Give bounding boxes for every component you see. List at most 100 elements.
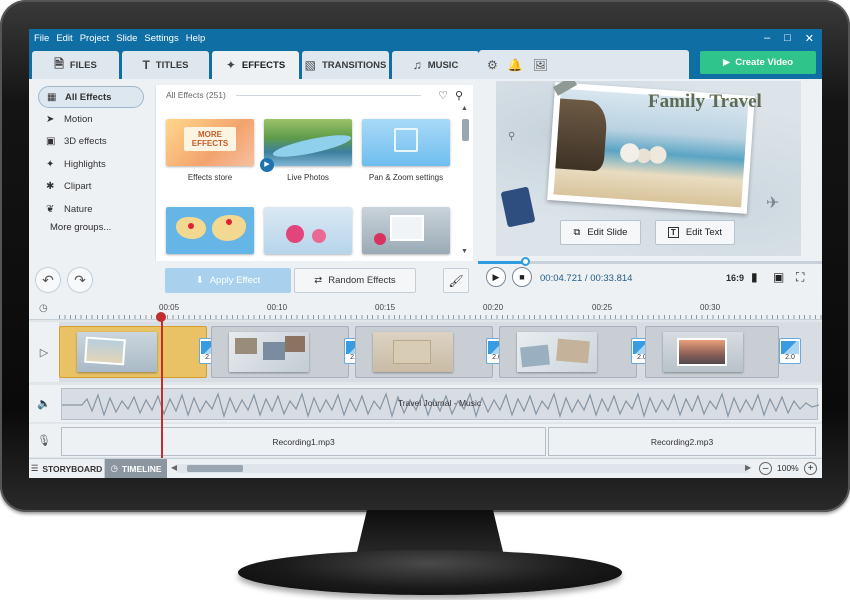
tab-effects-label: EFFECTS <box>241 59 286 71</box>
slide-clip[interactable] <box>211 326 349 378</box>
preview-title-text[interactable]: Family Travel <box>648 91 762 113</box>
timeline-scroll-thumb[interactable] <box>187 465 243 472</box>
close-icon[interactable]: ✕ <box>805 32 814 45</box>
menu-slide[interactable]: Slide <box>116 33 137 44</box>
effect-label: Effects store <box>187 173 233 182</box>
rock-shape <box>555 98 609 172</box>
group-label: 3D effects <box>64 136 107 148</box>
recording-clip[interactable]: Recording2.mp3 <box>548 427 816 456</box>
zoom-in-button[interactable]: + <box>804 462 817 475</box>
playback-progress-bar[interactable] <box>478 257 822 266</box>
titles-icon: T <box>142 58 150 72</box>
ruler-label: 00:05 <box>159 303 180 312</box>
menu-file[interactable]: File <box>34 33 49 44</box>
tab-storyboard[interactable]: ☰ STORYBOARD <box>29 459 105 478</box>
slide-clip[interactable] <box>355 326 493 378</box>
menu-bar: File Edit Project Slide Settings Help – … <box>29 29 822 47</box>
gallery-header: All Effects (251) ♡ ⚲ <box>156 85 473 105</box>
text-box-icon: T <box>667 227 679 238</box>
playback-progress-handle[interactable] <box>521 257 531 266</box>
recording-clip[interactable]: Recording1.mp3 <box>61 427 546 456</box>
redo-button[interactable]: ↷ <box>67 267 93 293</box>
edit-slide-button[interactable]: ⧉ Edit Slide <box>560 220 641 245</box>
snapshot-icon[interactable]: ▣ <box>773 270 784 284</box>
microphone-icon[interactable]: 🎙 <box>29 424 59 457</box>
more-groups-link[interactable]: More groups... <box>50 222 155 233</box>
create-video-button[interactable]: ▶ Create Video <box>700 51 816 74</box>
tab-music[interactable]: ♫ MUSIC <box>392 51 479 79</box>
undo-button[interactable]: ↶ <box>35 267 61 293</box>
edit-slide-icon: ⧉ <box>573 227 581 238</box>
group-nature[interactable]: ❦ Nature <box>38 198 144 220</box>
thumb-photo <box>84 336 126 366</box>
scroll-right-icon[interactable]: ▶ <box>745 463 751 472</box>
live-photos-play-icon[interactable]: ▶ <box>260 158 274 172</box>
group-clipart[interactable]: ✱ Clipart <box>38 176 144 198</box>
maximize-icon[interactable]: □ <box>784 32 791 45</box>
effect-thumb-live-photos[interactable] <box>264 119 352 166</box>
play-button[interactable]: ▶ <box>486 267 506 287</box>
stop-button[interactable]: ■ <box>512 267 532 287</box>
timeline-ruler[interactable]: ◷ 00:05 00:10 00:15 00:20 00:25 00:30 <box>29 300 822 320</box>
tab-files[interactable]: 🗎 FILES <box>32 51 119 79</box>
redo-icon: ↷ <box>74 271 86 288</box>
effect-thumb-effects-store[interactable]: MORE EFFECTS <box>166 119 254 166</box>
gear-icon[interactable]: ⚙ <box>487 58 498 72</box>
transition-marker[interactable]: 2.0 <box>779 338 801 364</box>
tab-effects[interactable]: ✦ EFFECTS <box>212 51 299 79</box>
gallery-scrollbar[interactable]: ▲ ▼ <box>461 105 469 255</box>
clear-effects-button[interactable]: 🖌 <box>443 268 469 293</box>
timeline-scrollbar[interactable] <box>177 464 749 473</box>
apply-effect-button[interactable]: ⬇ Apply Effect <box>165 268 291 293</box>
transition-duration: 2.0 <box>785 354 795 361</box>
random-effects-button[interactable]: ⇄ Random Effects <box>294 268 416 293</box>
slide-thumbnail <box>663 332 743 372</box>
gallery-count: All Effects (251) <box>166 90 226 100</box>
aspect-frame-icon[interactable]: ▮ <box>751 270 758 284</box>
effect-thumb-world-map[interactable] <box>166 207 254 254</box>
tab-timeline-label: TIMELINE <box>121 463 162 474</box>
effect-label: Live Photos <box>287 173 329 182</box>
slide-clip[interactable] <box>499 326 637 378</box>
more-effects-thumb-text: MORE EFFECTS <box>184 127 236 151</box>
tab-transitions[interactable]: ▧ TRANSITIONS <box>302 51 389 79</box>
group-3d-effects[interactable]: ▣ 3D effects <box>38 131 144 153</box>
menu-edit[interactable]: Edit <box>56 33 72 44</box>
effect-thumb-flowers[interactable] <box>264 207 352 254</box>
music-clip[interactable]: Travel Journal - Music <box>61 388 819 420</box>
menu-settings[interactable]: Settings <box>144 33 178 44</box>
search-icon[interactable]: ⚲ <box>455 89 463 102</box>
flower-shape <box>312 229 326 243</box>
music-track: Travel Journal - Music <box>59 385 822 422</box>
bell-icon[interactable]: 🔔 <box>508 58 523 72</box>
aspect-ratio-label[interactable]: 16:9 <box>726 273 744 283</box>
playhead-handle[interactable] <box>156 312 166 322</box>
slide-clip[interactable] <box>645 326 779 378</box>
zoom-out-button[interactable]: – <box>759 462 772 475</box>
preview-panel: Family Travel ✈ ⚲ ⧉ Edit Slide T Edit Te… <box>478 79 822 294</box>
scroll-up-icon[interactable]: ▲ <box>461 105 468 112</box>
minimize-icon[interactable]: – <box>764 32 770 45</box>
thumb-photo <box>520 344 550 368</box>
menu-project[interactable]: Project <box>80 33 110 44</box>
apply-effect-label: Apply Effect <box>209 275 261 286</box>
group-motion[interactable]: ➤ Motion <box>38 108 144 130</box>
menu-help[interactable]: Help <box>186 33 206 44</box>
playhead-line[interactable] <box>161 314 163 459</box>
leaf-icon: ❦ <box>46 203 55 215</box>
edit-text-button[interactable]: T Edit Text <box>655 220 735 245</box>
fullscreen-icon[interactable]: ⛶ <box>796 270 804 285</box>
tab-titles[interactable]: T TITLES <box>122 51 209 79</box>
heart-icon[interactable]: ♡ <box>438 89 448 102</box>
tab-timeline[interactable]: ◷ TIMELINE <box>105 459 167 478</box>
effect-thumb-flowers-frame[interactable] <box>362 207 450 254</box>
effect-thumb-pan-zoom[interactable] <box>362 119 450 166</box>
group-highlights[interactable]: ✦ Highlights <box>38 153 144 175</box>
image-icon[interactable]: 🖼 <box>533 58 548 72</box>
slide-clip[interactable] <box>59 326 207 378</box>
scroll-down-icon[interactable]: ▼ <box>461 248 468 255</box>
tab-files-label: FILES <box>69 59 97 71</box>
scroll-thumb[interactable] <box>462 119 469 141</box>
volume-icon[interactable]: 🔈 <box>29 385 59 422</box>
group-all-effects[interactable]: ▦ All Effects <box>38 86 144 109</box>
